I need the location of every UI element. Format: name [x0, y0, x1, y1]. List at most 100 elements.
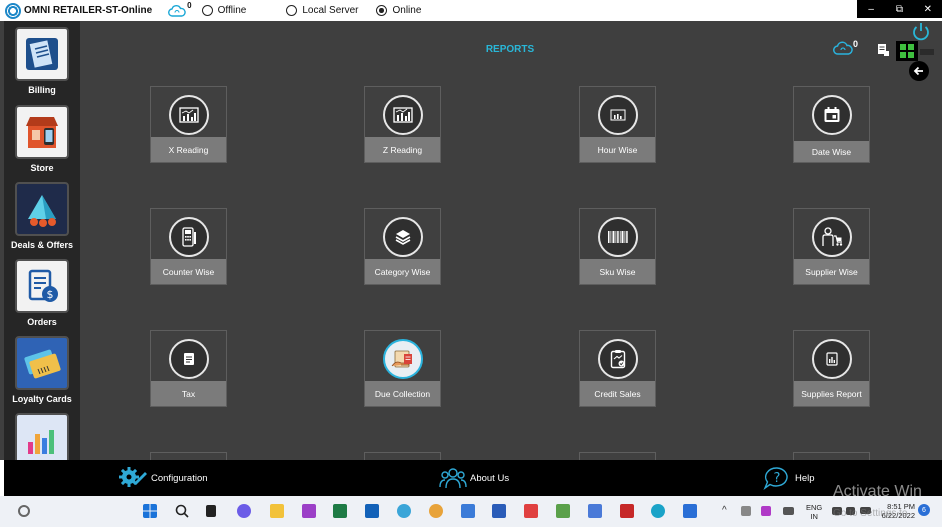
- chrome-icon[interactable]: [429, 504, 443, 518]
- taskbar-search-icon[interactable]: [175, 504, 189, 518]
- report-tile-label: Supplier Wise: [794, 259, 869, 284]
- omni-retailer-taskbar-icon[interactable]: [683, 504, 697, 518]
- radio-button-selected[interactable]: [376, 5, 388, 16]
- teams-chat-icon[interactable]: [237, 504, 251, 518]
- report-tile-partial[interactable]: [579, 452, 656, 460]
- minimize-button[interactable]: –: [861, 4, 881, 15]
- report-tile-tax[interactable]: Tax: [150, 330, 227, 407]
- app-icon[interactable]: [556, 504, 570, 518]
- sidebar-item-label: Deals & Offers: [10, 240, 74, 250]
- cloud-sync-icon: [168, 4, 186, 17]
- task-view-icon[interactable]: [206, 505, 216, 517]
- app-icon[interactable]: [461, 504, 475, 518]
- search-icon[interactable]: [18, 505, 30, 517]
- report-tile-hour-wise[interactable]: Hour Wise: [579, 86, 656, 163]
- report-tile-label: Supplies Report: [794, 381, 869, 406]
- tray-app-icon[interactable]: [761, 506, 771, 516]
- receipt-icon: [169, 339, 209, 379]
- sidebar-item-billing[interactable]: Billing: [4, 21, 80, 99]
- close-button[interactable]: ✕: [918, 4, 938, 15]
- sidebar-item-orders[interactable]: $ Orders: [4, 253, 80, 331]
- language-indicator[interactable]: ENG IN: [806, 503, 822, 521]
- windows-start-icon[interactable]: [143, 504, 157, 518]
- printer-icon[interactable]: [876, 43, 890, 57]
- file-explorer-icon[interactable]: [270, 504, 284, 518]
- help-label: Help: [795, 472, 815, 484]
- barcode-icon: [598, 217, 638, 257]
- mode-option-online[interactable]: Online: [376, 5, 421, 16]
- report-tile-label: Tax: [151, 381, 226, 406]
- gear-icon: [119, 467, 147, 487]
- app-icon[interactable]: [302, 504, 316, 518]
- configuration-button[interactable]: Configuration: [118, 460, 208, 496]
- mode-option-label: Online: [392, 5, 422, 16]
- edge-icon[interactable]: [651, 504, 665, 518]
- report-tile-label: Sku Wise: [580, 259, 655, 284]
- radio-button[interactable]: [201, 5, 213, 16]
- report-tile-partial[interactable]: [150, 452, 227, 460]
- power-icon[interactable]: [910, 21, 932, 41]
- supplier-icon: [812, 217, 852, 257]
- report-tile-partial[interactable]: [364, 452, 441, 460]
- notification-badge[interactable]: 6: [918, 504, 930, 516]
- calendar-icon: [812, 95, 852, 135]
- billing-icon: [15, 27, 69, 81]
- report-doc-icon: [812, 339, 852, 379]
- report-tile-sku-wise[interactable]: Sku Wise: [579, 208, 656, 285]
- report-tile-due-collection[interactable]: Due Collection: [364, 330, 441, 407]
- excel-icon[interactable]: [333, 504, 347, 518]
- grid-view-icon[interactable]: [896, 41, 918, 61]
- app-icon[interactable]: [588, 504, 602, 518]
- report-tile-supplies-report[interactable]: Supplies Report: [793, 330, 870, 407]
- page-title: REPORTS: [485, 44, 535, 55]
- clipboard-check-icon: [598, 339, 638, 379]
- mode-option-offline[interactable]: Offline: [201, 5, 246, 16]
- report-tile-partial[interactable]: [793, 452, 870, 460]
- report-tile-x-reading[interactable]: X Reading: [150, 86, 227, 163]
- help-button[interactable]: ? Help: [762, 460, 815, 496]
- report-tile-date-wise[interactable]: Date Wise: [793, 86, 870, 163]
- about-us-label: About Us: [470, 472, 510, 484]
- chart-icon: [169, 95, 209, 135]
- pos-terminal-icon: [169, 217, 209, 257]
- sidebar-item-label: Orders: [27, 317, 57, 327]
- main-area: Billing Store Deals & Offers $ Orders Lo…: [0, 21, 942, 460]
- report-tile-label: Credit Sales: [580, 381, 655, 406]
- back-arrow-icon[interactable]: [909, 61, 929, 81]
- store-icon: [15, 105, 69, 159]
- cloud-sync-status[interactable]: 0: [168, 1, 192, 17]
- report-tile-supplier-wise[interactable]: Supplier Wise: [793, 208, 870, 285]
- report-tile-label: Category Wise: [365, 259, 440, 284]
- chart-icon: [598, 95, 638, 135]
- report-tile-category-wise[interactable]: Category Wise: [364, 208, 441, 285]
- language-code: ENG: [806, 503, 823, 512]
- tray-chevron-up-icon[interactable]: ^: [722, 505, 727, 516]
- loyalty-cards-icon: [15, 336, 69, 390]
- cloud-sync-icon[interactable]: [833, 41, 853, 55]
- report-tile-credit-sales[interactable]: Credit Sales: [579, 330, 656, 407]
- reports-chart-icon: [15, 413, 69, 460]
- windows-taskbar: ^ ENG IN 8:51 PM 6/22/2022 6: [0, 496, 942, 527]
- report-tile-counter-wise[interactable]: Counter Wise: [150, 208, 227, 285]
- app-icon[interactable]: [397, 504, 411, 518]
- help-glyph: ?: [774, 471, 781, 486]
- mode-option-local-server[interactable]: Local Server: [286, 5, 358, 16]
- report-tile-label: X Reading: [151, 137, 226, 162]
- report-tile-label: Z Reading: [365, 137, 440, 162]
- sidebar-item-reports[interactable]: [4, 407, 80, 460]
- app-title: OMNI RETAILER-ST-Online: [24, 5, 153, 16]
- sidebar-item-loyalty-cards[interactable]: Loyalty Cards: [4, 330, 80, 408]
- word-icon[interactable]: [492, 504, 506, 518]
- filezilla-icon[interactable]: [620, 504, 634, 518]
- radio-button[interactable]: [286, 5, 298, 16]
- sidebar-item-deals-offers[interactable]: Deals & Offers: [4, 176, 80, 254]
- outlook-icon[interactable]: [365, 504, 379, 518]
- sidebar-item-store[interactable]: Store: [4, 99, 80, 177]
- region-code: IN: [810, 512, 818, 521]
- restore-button[interactable]: ⧉: [889, 4, 909, 15]
- tray-keyboard-icon[interactable]: [783, 507, 794, 515]
- tray-sync-icon[interactable]: [741, 506, 751, 516]
- report-tile-z-reading[interactable]: Z Reading: [364, 86, 441, 163]
- about-us-button[interactable]: About Us: [439, 460, 509, 496]
- anydesk-icon[interactable]: [524, 504, 538, 518]
